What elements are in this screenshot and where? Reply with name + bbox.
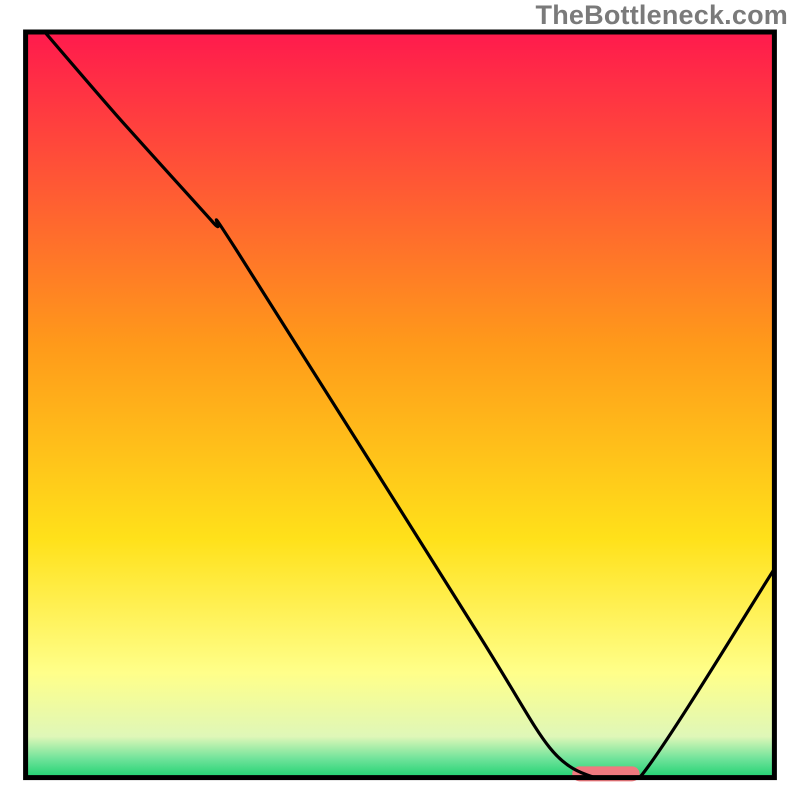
- chart-svg: [0, 0, 800, 800]
- page-root: { "watermark": "TheBottleneck.com", "cha…: [0, 0, 800, 800]
- chart-container: [0, 0, 800, 800]
- chart-background-gradient: [26, 32, 775, 778]
